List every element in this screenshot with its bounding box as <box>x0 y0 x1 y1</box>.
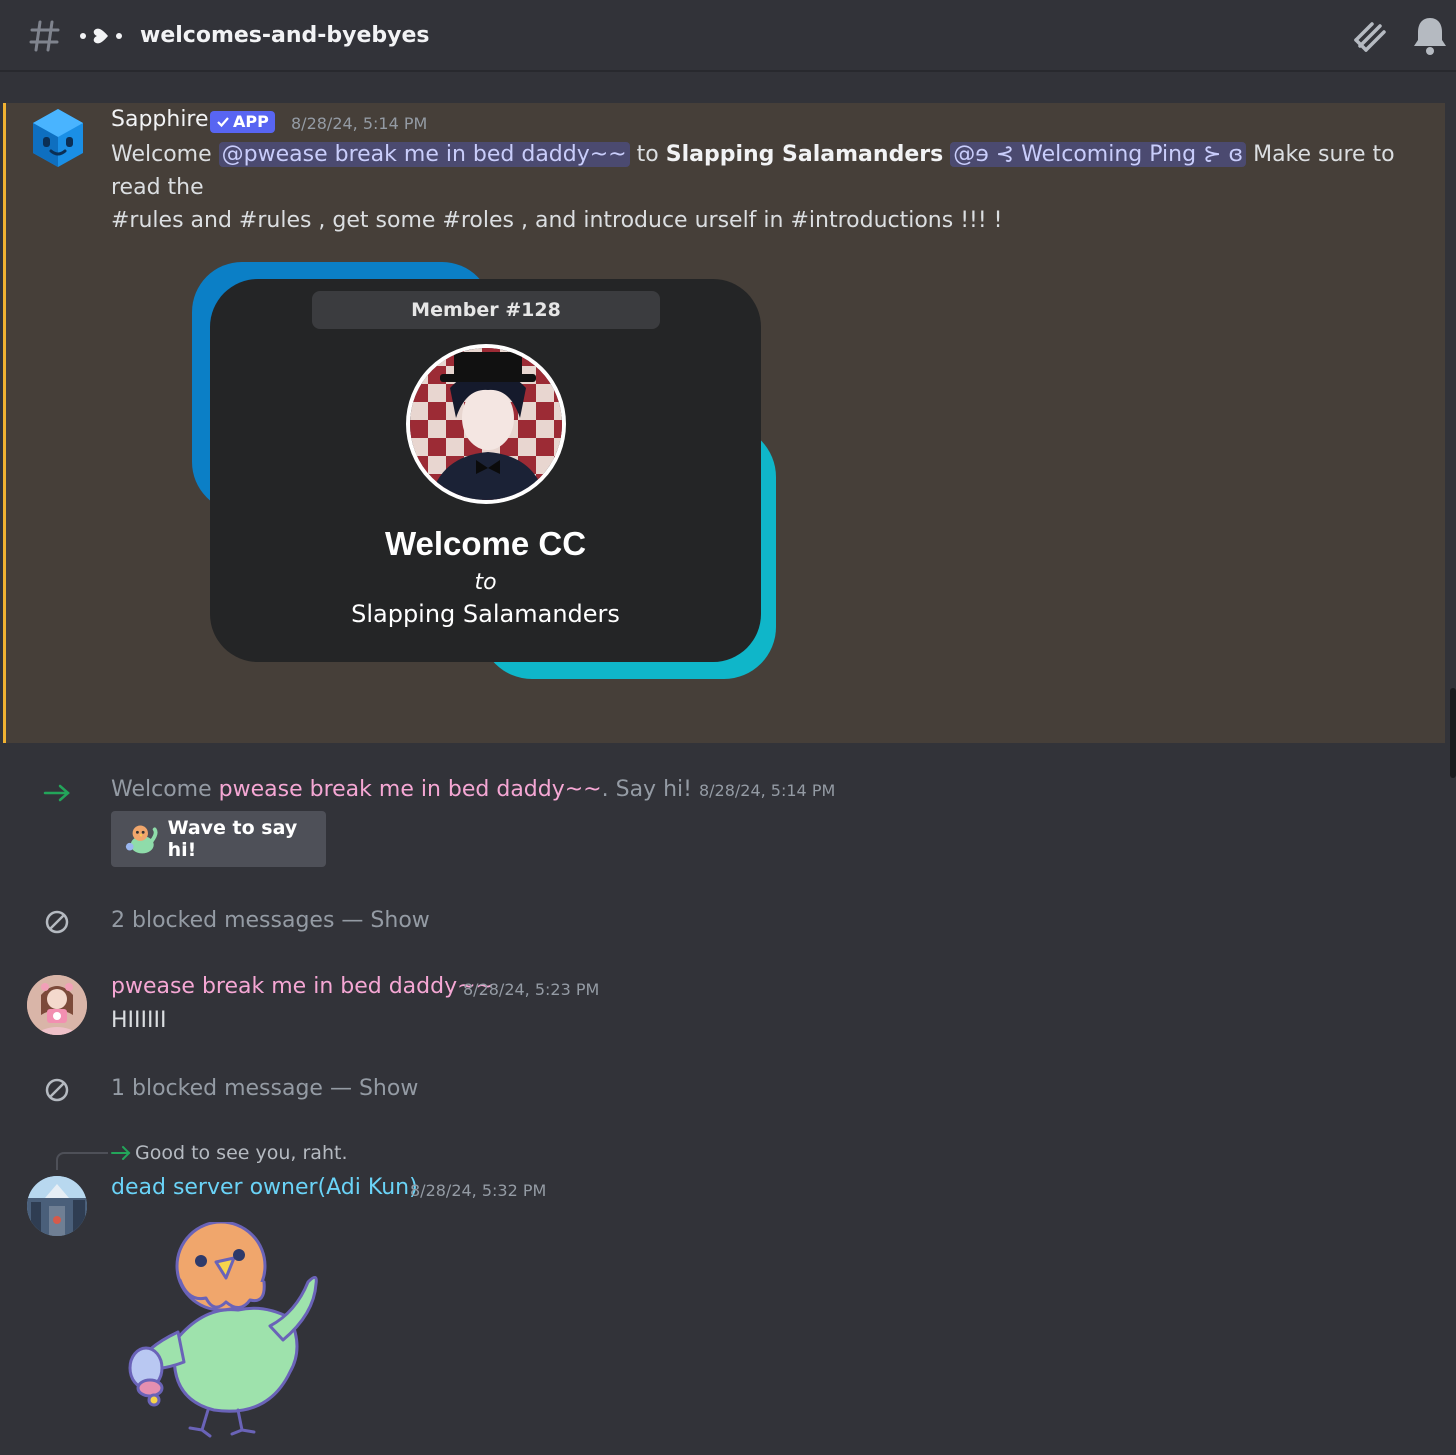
message-content: Welcome @pwease break me in bed daddy~~ … <box>111 138 1411 237</box>
blocked-message-notice: 1 blocked message — Show <box>111 1074 418 1104</box>
join-prefix: Welcome <box>111 777 212 802</box>
pwease-username[interactable]: pwease break me in bed daddy~~ <box>111 974 494 999</box>
join-timestamp[interactable]: 8/28/24, 5:14 PM <box>699 781 835 800</box>
adi-username[interactable]: dead server owner(Adi Kun) <box>111 1175 418 1200</box>
text-welcome: Welcome <box>111 142 212 167</box>
card-welcome-title: Welcome CC <box>384 525 587 562</box>
join-suffix: . Say hi! <box>601 777 692 802</box>
blocked-icon <box>44 1077 70 1103</box>
blocked-count-text: 2 blocked messages <box>111 908 335 933</box>
blocked-icon <box>44 909 70 935</box>
notification-bell-icon[interactable] <box>1410 14 1450 56</box>
waving-bird-icon <box>125 825 158 854</box>
channel-emoji-decoration <box>80 20 122 52</box>
join-arrow-icon <box>42 778 72 808</box>
scrollbar-thumb[interactable] <box>1450 688 1456 778</box>
bird-waving-sticker[interactable] <box>118 1220 328 1442</box>
author-name[interactable]: Sapphire <box>111 107 209 132</box>
channel-name: welcomes-and-byebyes <box>140 23 430 48</box>
join-username[interactable]: pwease break me in bed daddy~~ <box>219 777 602 802</box>
pwease-timestamp[interactable]: 8/28/24, 5:23 PM <box>463 980 599 999</box>
wave-to-say-hi-button[interactable]: Wave to say hi! <box>111 811 326 867</box>
member-number-badge: Member #128 <box>312 291 660 329</box>
separator: — <box>341 908 364 933</box>
role-mention[interactable]: @ɘ ⊰ Welcoming Ping ⊱ ɞ <box>950 142 1247 167</box>
heart-icon <box>93 28 108 44</box>
app-badge: APP <box>210 111 275 133</box>
reply-arrow-icon <box>110 1142 132 1164</box>
reply-connector <box>56 1152 108 1170</box>
separator: — <box>329 1076 352 1101</box>
card-to-label: to <box>474 570 497 595</box>
user-mention[interactable]: @pwease break me in bed daddy~~ <box>218 142 630 167</box>
decor-dot <box>80 33 86 39</box>
server-name: Slapping Salamanders <box>665 142 944 167</box>
message-timestamp[interactable]: 8/28/24, 5:14 PM <box>291 114 427 133</box>
threads-icon[interactable] <box>1350 16 1390 56</box>
reply-preview-text[interactable]: Good to see you, raht. <box>135 1140 347 1166</box>
adi-timestamp[interactable]: 8/28/24, 5:32 PM <box>410 1181 546 1200</box>
show-blocked-link[interactable]: Show <box>370 908 429 933</box>
check-icon <box>217 117 229 128</box>
blocked-messages-notice: 2 blocked messages — Show <box>111 906 430 936</box>
wave-button-label: Wave to say hi! <box>167 817 298 861</box>
sapphire-avatar[interactable] <box>27 107 89 169</box>
pwease-message-content: HIIIIII <box>111 1008 167 1033</box>
text-to: to <box>636 142 659 167</box>
message-line-2: #rules and #rules , get some #roles , an… <box>111 208 1003 233</box>
show-blocked-link[interactable]: Show <box>359 1076 418 1101</box>
decor-dot <box>116 33 122 39</box>
new-member-avatar <box>406 344 566 504</box>
pwease-avatar[interactable] <box>27 975 87 1035</box>
hashtag-icon <box>28 16 62 56</box>
app-badge-label: APP <box>233 112 269 131</box>
card-server-name: Slapping Salamanders <box>351 600 620 628</box>
blocked-count-text: 1 blocked message <box>111 1076 323 1101</box>
channel-header: welcomes-and-byebyes <box>0 0 1456 72</box>
adi-avatar[interactable] <box>27 1176 87 1236</box>
join-message: Welcome pwease break me in bed daddy~~. … <box>111 773 835 808</box>
